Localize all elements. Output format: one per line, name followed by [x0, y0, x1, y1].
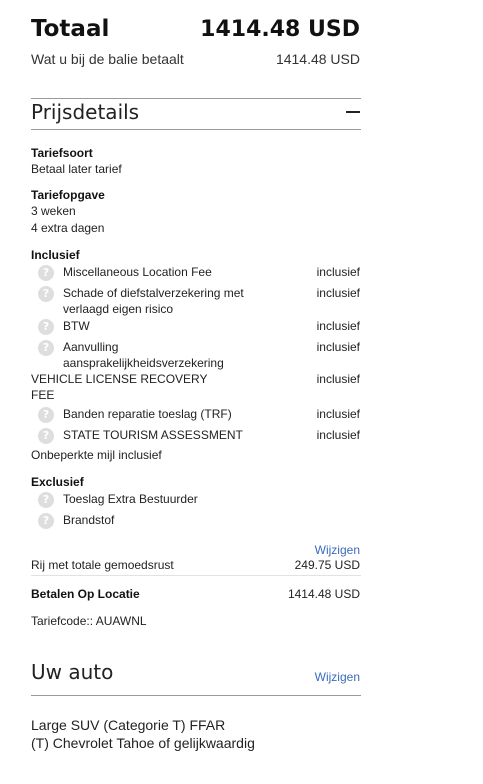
divider: [31, 129, 361, 130]
question-mark-icon[interactable]: ?: [38, 319, 54, 335]
question-mark-icon[interactable]: ?: [38, 513, 54, 529]
rate-type-value: Betaal later tarief: [31, 162, 122, 176]
pay-location-label: Betalen Op Locatie: [31, 587, 140, 601]
question-mark-icon[interactable]: ?: [38, 265, 54, 281]
question-mark-icon[interactable]: ?: [38, 407, 54, 423]
rate-spec-line: 3 weken: [31, 204, 76, 218]
pay-location-value: 1414.48 USD: [287, 587, 360, 601]
change-coverage-link[interactable]: Wijzigen: [315, 543, 360, 557]
rate-spec-line: 4 extra dagen: [31, 221, 105, 235]
included-item-label: BTW: [63, 319, 90, 333]
included-item-value: inclusief: [316, 407, 360, 421]
included-item-value: inclusief: [316, 286, 360, 300]
question-mark-icon[interactable]: ?: [38, 340, 54, 356]
excluded-item-label: Toeslag Extra Bestuurder: [63, 492, 198, 506]
included-heading: Inclusief: [31, 248, 80, 262]
change-car-link[interactable]: Wijzigen: [315, 670, 360, 684]
divider: [31, 98, 361, 99]
price-summary-panel: Totaal 1414.48 USD Wat u bij de balie be…: [0, 0, 483, 784]
peace-of-mind-label: Rij met totale gemoedsrust: [31, 558, 174, 572]
counter-value: 1414.48 USD: [275, 51, 360, 67]
included-item-label: Miscellaneous Location Fee: [63, 265, 212, 279]
question-mark-icon[interactable]: ?: [38, 428, 54, 444]
included-item-value: inclusief: [316, 428, 360, 442]
divider: [31, 575, 361, 576]
unlimited-miles-text: Onbeperkte mijl inclusief: [31, 448, 162, 462]
excluded-heading: Exclusief: [31, 475, 84, 489]
included-item-label: VEHICLE LICENSE RECOVERY: [31, 372, 208, 386]
included-item-value: inclusief: [316, 340, 360, 354]
price-details-title: Prijsdetails: [31, 100, 140, 124]
question-mark-icon[interactable]: ?: [38, 286, 54, 302]
car-category: Large SUV (Categorie T) FFAR: [31, 717, 226, 733]
question-mark-icon[interactable]: ?: [38, 492, 54, 508]
minus-icon[interactable]: [346, 111, 360, 113]
total-value: 1414.48 USD: [200, 17, 360, 42]
rate-type-heading: Tariefsoort: [31, 146, 93, 160]
included-item-label: Aanvulling: [63, 340, 119, 354]
included-item-label: Banden reparatie toeslag (TRF): [63, 407, 232, 421]
included-item-value: inclusief: [316, 372, 360, 386]
included-item-label: STATE TOURISM ASSESSMENT: [63, 428, 243, 442]
excluded-item-label: Brandstof: [63, 513, 115, 527]
rate-code: Tariefcode:: AUAWNL: [31, 614, 147, 628]
counter-label: Wat u bij de balie betaalt: [31, 51, 184, 67]
included-item-value: inclusief: [316, 265, 360, 279]
included-item-label: Schade of diefstalverzekering met: [63, 286, 244, 300]
divider: [31, 695, 361, 696]
total-label: Totaal: [31, 16, 110, 42]
included-item-label: FEE: [31, 388, 55, 402]
included-item-value: inclusief: [316, 319, 360, 333]
peace-of-mind-value: 249.75 USD: [294, 558, 360, 572]
car-model: (T) Chevrolet Tahoe of gelijkwaardig: [31, 735, 255, 751]
included-item-label: aansprakelijkheidsverzekering: [63, 356, 224, 370]
your-car-title: Uw auto: [31, 660, 114, 684]
rate-spec-heading: Tariefopgave: [31, 188, 105, 202]
included-item-label: verlaagd eigen risico: [63, 302, 174, 316]
